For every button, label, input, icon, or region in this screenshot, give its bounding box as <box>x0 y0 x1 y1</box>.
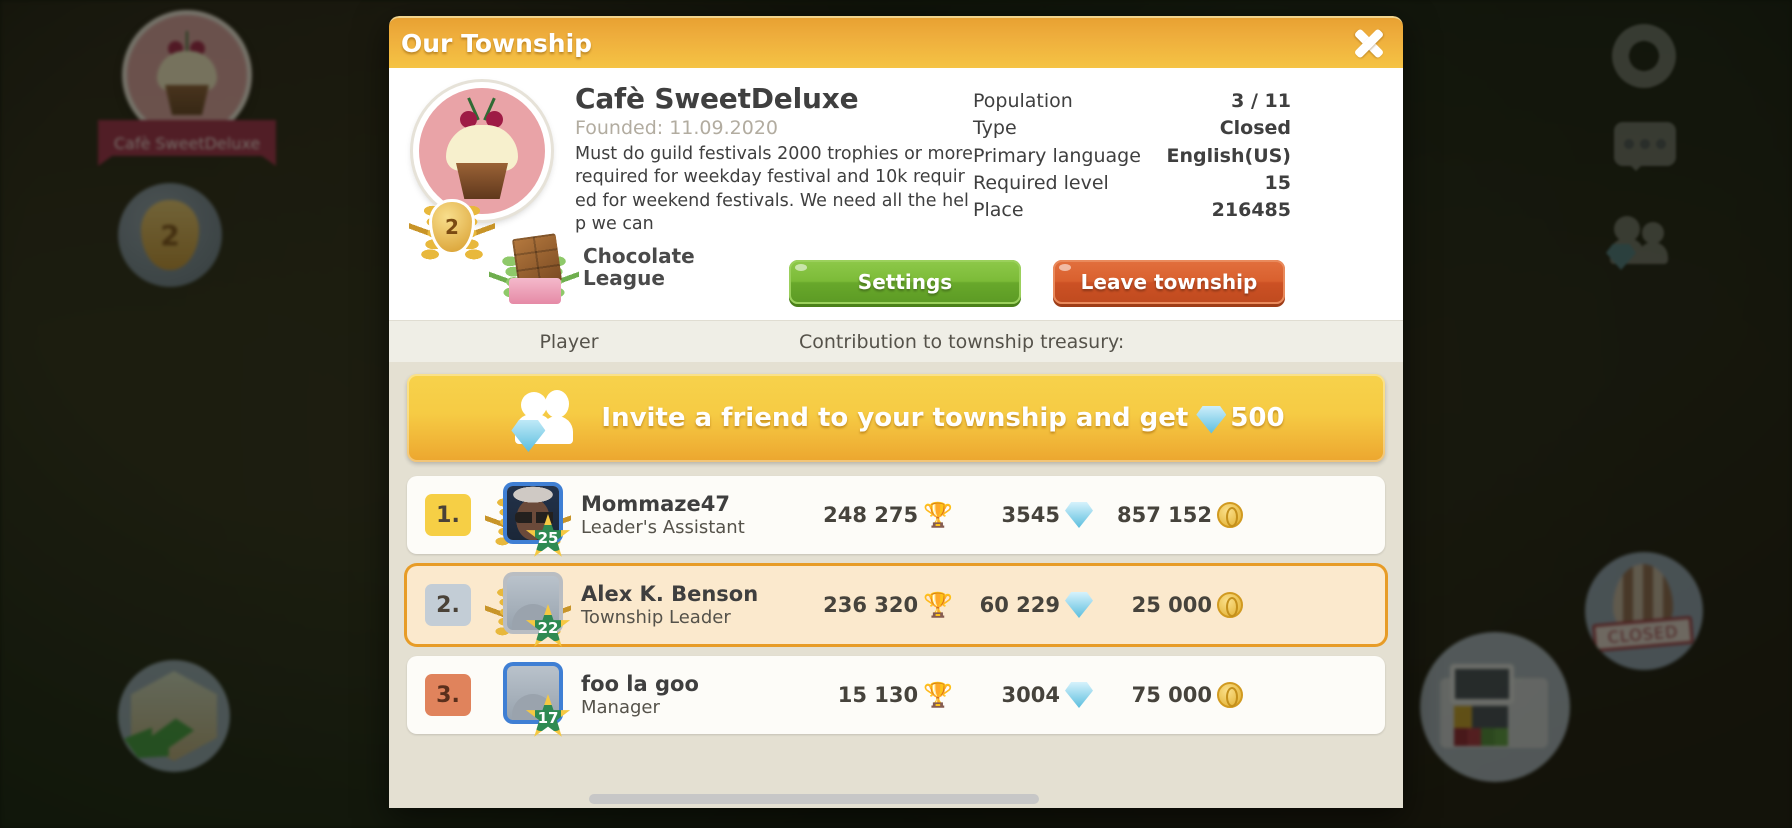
chat-icon[interactable] <box>1614 122 1676 171</box>
members-list: Invite a friend to your township and get… <box>389 362 1403 808</box>
player-gems: 3545 <box>953 502 1093 528</box>
coin-count: 857 152 <box>1117 503 1212 527</box>
player-coins: 75 000 <box>1093 682 1243 708</box>
two-people-icon <box>507 390 585 452</box>
table-row[interactable]: 1. 25 Mommaze47 Leader's Assistant 248 2… <box>407 476 1385 557</box>
player-rank: 1. <box>425 494 471 536</box>
player-coins: 25 000 <box>1093 592 1243 618</box>
modal-header: Our Township <box>389 16 1403 68</box>
stat-label: Primary language <box>973 144 1141 167</box>
stat-value: Closed <box>1219 117 1291 140</box>
page-title: Our Township <box>401 28 593 58</box>
gem-icon <box>1065 682 1093 708</box>
gem-count: 3545 <box>1001 503 1060 527</box>
list-column-headers: Player Contribution to township treasury… <box>389 320 1403 362</box>
scrollbar-thumb[interactable] <box>589 794 1039 804</box>
gem-icon <box>1065 502 1093 528</box>
invite-banner-text: Invite a friend to your township and get… <box>601 403 1285 434</box>
avatar: 22 <box>479 566 575 647</box>
stat-row-population: Population 3 / 11 <box>973 88 1291 115</box>
township-founded-date: Founded: 11.09.2020 <box>575 117 778 139</box>
trophy-count: 15 130 <box>837 683 919 707</box>
gem-icon <box>1065 592 1093 618</box>
invite-text-label: Invite a friend to your township and get <box>601 403 1189 433</box>
coin-icon <box>1217 592 1243 618</box>
player-trophies: 15 130 🏆 <box>813 683 953 707</box>
township-info-panel: 2 Chocolate League Cafè SweetDeluxe Foun… <box>389 68 1403 320</box>
column-header-contribution: Contribution to township treasury: <box>799 330 1125 353</box>
player-role: Manager <box>581 696 660 718</box>
township-name: Cafè SweetDeluxe <box>575 82 859 115</box>
player-info: Mommaze47 Leader's Assistant <box>581 492 813 538</box>
gem-count: 3004 <box>1001 683 1060 707</box>
township-description: Must do guild festivals 2000 trophies or… <box>575 144 973 234</box>
player-info: foo la goo Manager <box>581 672 813 718</box>
player-rank: 3. <box>425 674 471 716</box>
player-role: Leader's Assistant <box>581 516 745 538</box>
stat-label: Required level <box>973 172 1109 195</box>
horizontal-scrollbar[interactable] <box>389 794 1403 804</box>
stat-row-primary-language: Primary language English(US) <box>973 143 1291 170</box>
settings-button[interactable]: Settings <box>789 260 1021 304</box>
stat-label: Population <box>973 90 1073 112</box>
avatar: 25 <box>479 476 575 557</box>
stat-value: English(US) <box>1166 144 1291 167</box>
gem-icon <box>1196 405 1227 434</box>
table-row[interactable]: 3. 17 foo la goo Manager 15 130 🏆 3004 7… <box>407 656 1385 737</box>
close-icon[interactable] <box>1349 23 1389 63</box>
player-info: Alex K. Benson Township Leader <box>581 582 813 628</box>
invite-friend-banner[interactable]: Invite a friend to your township and get… <box>407 374 1385 462</box>
stat-row-type: Type Closed <box>973 115 1291 142</box>
column-header-player: Player <box>539 330 599 353</box>
coin-count: 75 000 <box>1131 683 1212 707</box>
trophy-count: 248 275 <box>823 503 919 527</box>
player-gems: 3004 <box>953 682 1093 708</box>
trophy-count: 236 320 <box>823 593 919 617</box>
player-trophies: 236 320 🏆 <box>813 593 953 617</box>
player-name: foo la goo <box>581 672 699 696</box>
stat-value: 15 <box>1264 172 1291 195</box>
stat-label: Type <box>973 117 1017 140</box>
table-row[interactable]: 2. 22 Alex K. Benson Township Leader 236… <box>407 566 1385 647</box>
gem-count: 60 229 <box>979 593 1060 617</box>
friends-icon[interactable] <box>1606 216 1676 270</box>
gem-icon <box>511 420 546 452</box>
coin-icon <box>1217 502 1243 528</box>
league-name: Chocolate League <box>583 243 695 290</box>
invite-reward-amount: 500 <box>1230 403 1285 433</box>
league-block: Chocolate League <box>489 226 703 308</box>
stat-value: 3 / 11 <box>1231 90 1291 112</box>
coin-icon <box>1217 682 1243 708</box>
player-name: Mommaze47 <box>581 492 730 516</box>
coin-count: 25 000 <box>1131 593 1212 617</box>
stat-row-required-level: Required level 15 <box>973 170 1291 197</box>
trophy-icon: 🏆 <box>923 681 953 709</box>
leave-township-button[interactable]: Leave township <box>1053 260 1285 304</box>
trophy-icon: 🏆 <box>923 501 953 529</box>
township-level-medal: 2 <box>409 192 495 262</box>
player-role: Township Leader <box>581 606 731 628</box>
player-name: Alex K. Benson <box>581 582 759 606</box>
action-buttons: Settings Leave township <box>789 260 1285 304</box>
player-coins: 857 152 <box>1093 502 1243 528</box>
our-township-modal: Our Township 2 Chocolate League Cafè Swe… <box>389 16 1403 808</box>
stat-label: Place <box>973 199 1024 222</box>
chocolate-bar-league-icon <box>489 226 579 308</box>
player-trophies: 248 275 🏆 <box>813 503 953 527</box>
stat-value: 216485 <box>1211 199 1291 222</box>
township-emblem-block: 2 Chocolate League <box>403 82 695 320</box>
player-gems: 60 229 <box>953 592 1093 618</box>
trophy-icon: 🏆 <box>923 591 953 619</box>
gear-icon[interactable] <box>1612 24 1676 88</box>
stat-row-place: Place 216485 <box>973 197 1291 224</box>
player-rank: 2. <box>425 584 471 626</box>
avatar: 17 <box>479 656 575 737</box>
